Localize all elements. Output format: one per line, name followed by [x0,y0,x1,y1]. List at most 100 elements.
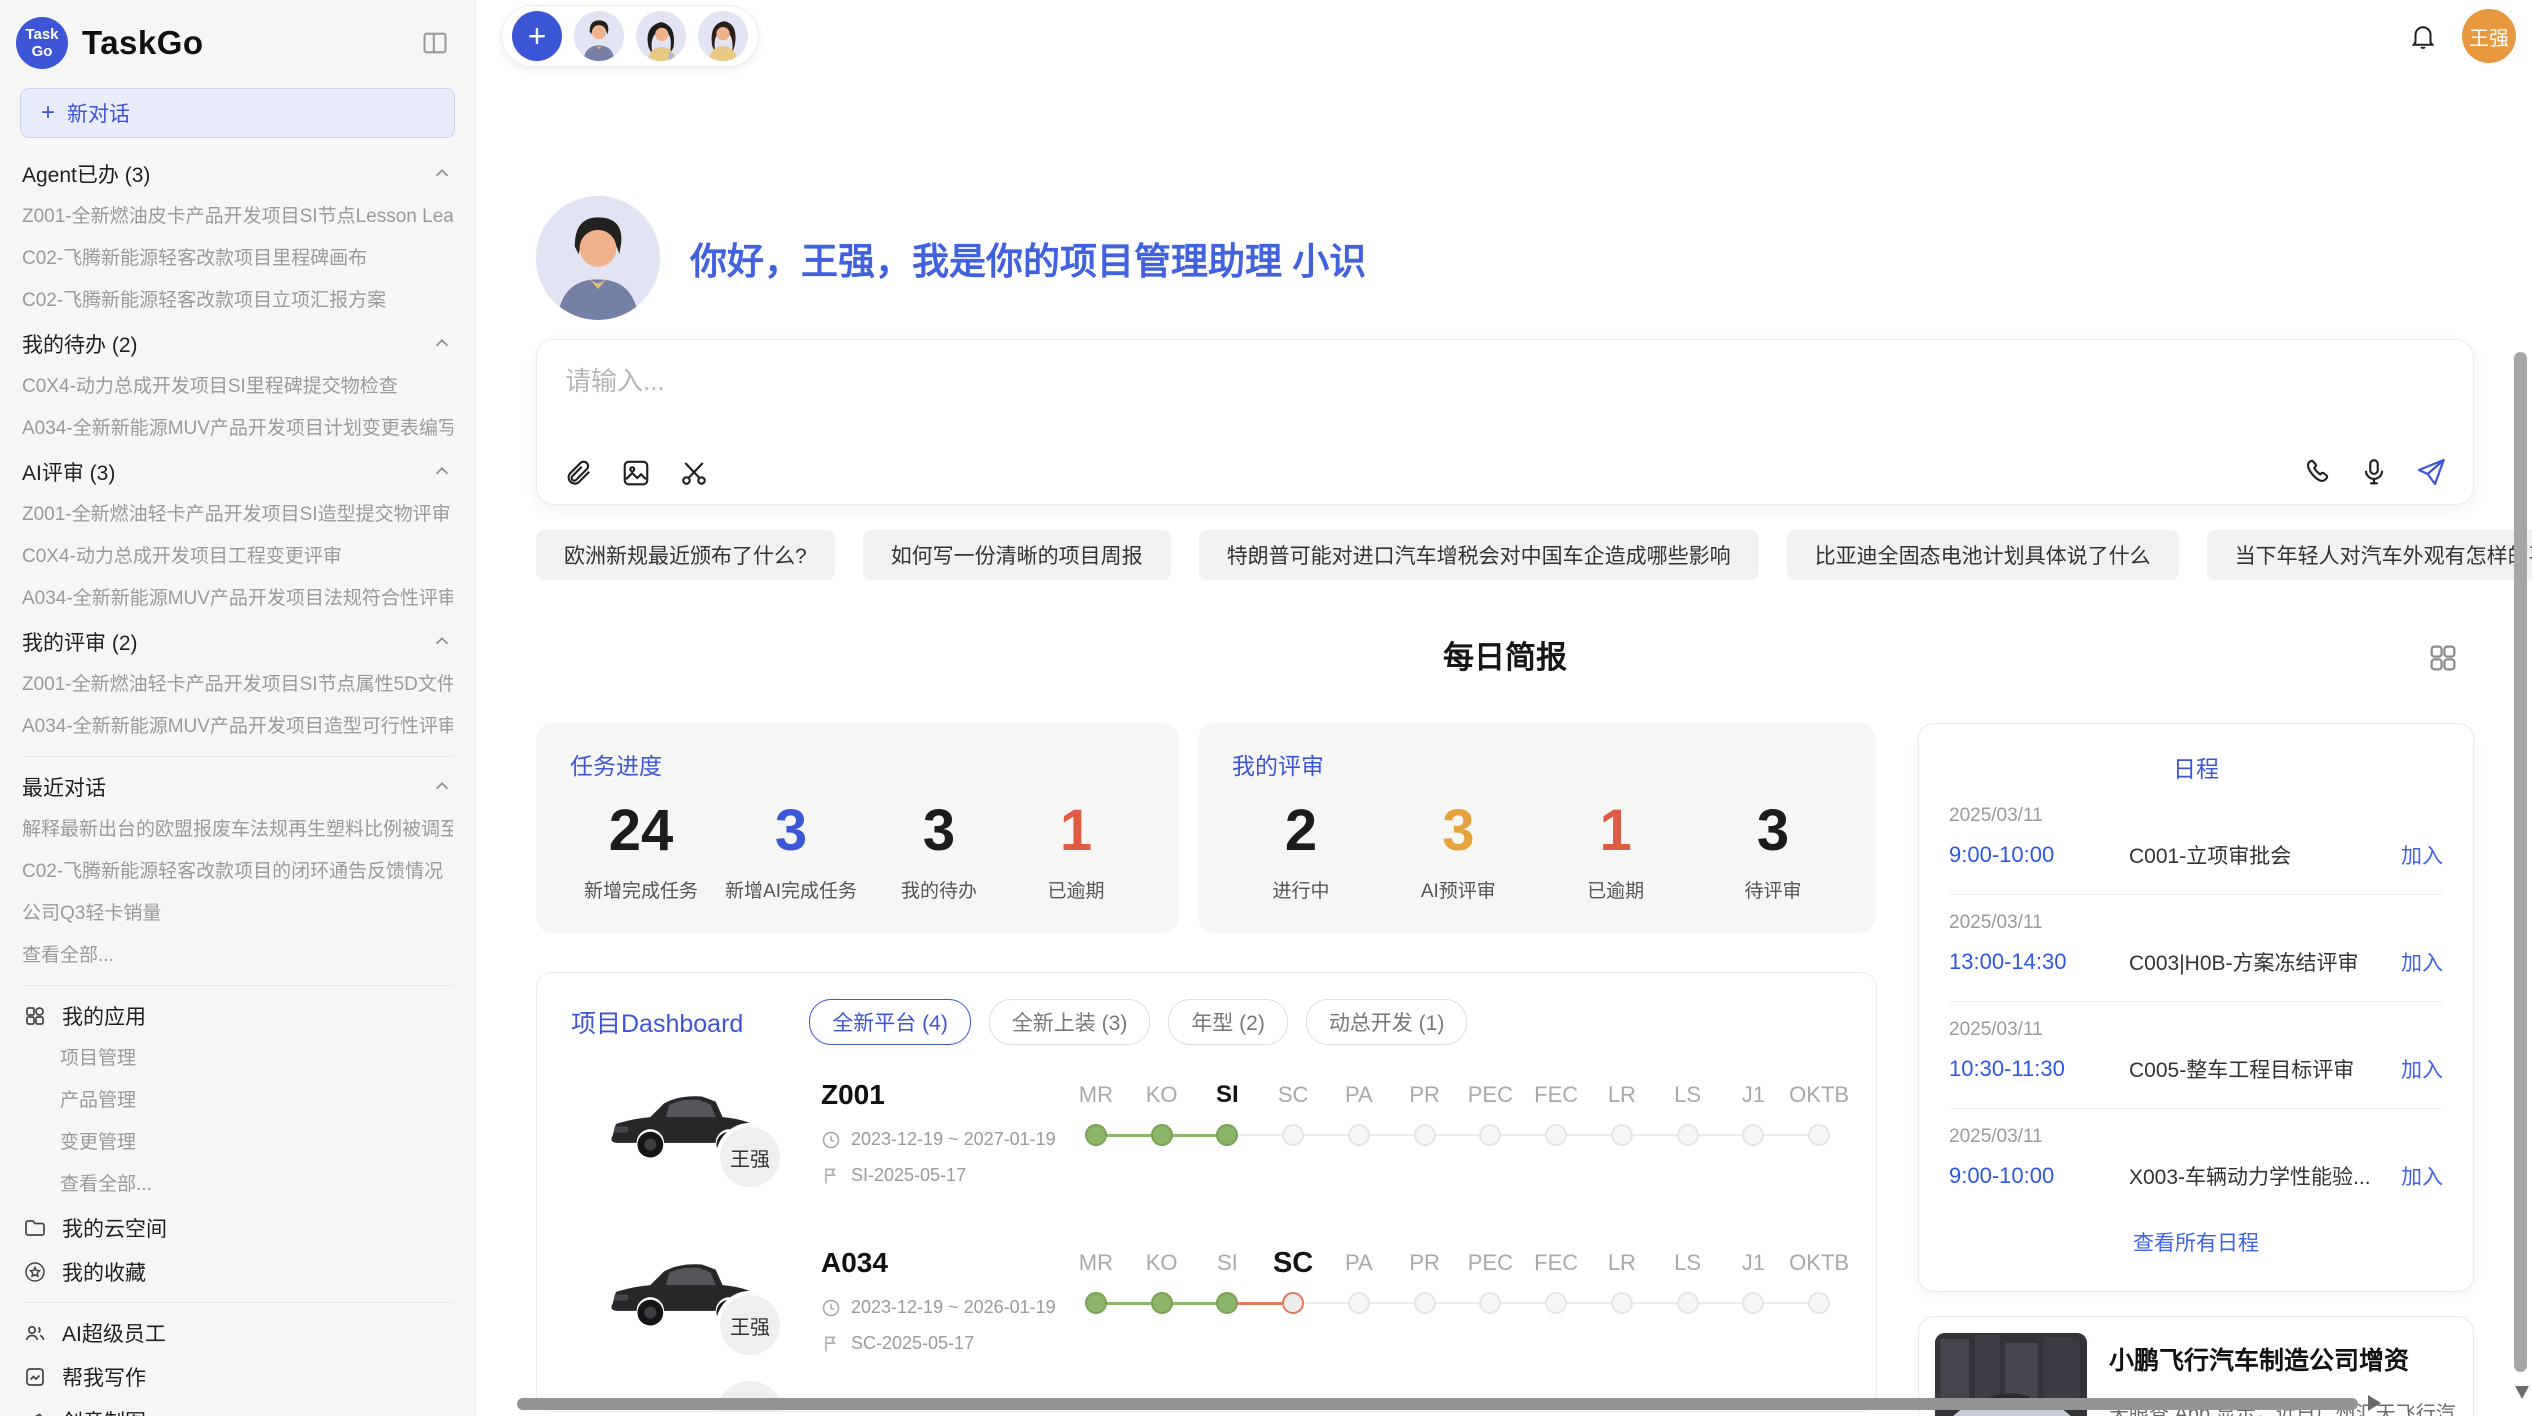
join-button[interactable]: 加入 [2401,840,2443,870]
session-avatar[interactable] [636,11,686,61]
section-header-my-todo[interactable]: 我的待办 (2) [22,322,453,366]
sidebar-item-favorites[interactable]: 我的收藏 [22,1250,453,1294]
section-agent-done: Agent已办 (3) Z001-全新燃油皮卡产品开发项目SI节点Lesson … [22,152,453,322]
milestone-label: LR [1589,1077,1655,1113]
daily-briefing-title: 每日简报 [536,636,2474,680]
scroll-down-arrow-icon[interactable] [2515,1386,2529,1399]
session-avatar[interactable] [698,11,748,61]
paperclip-icon[interactable] [563,458,593,488]
chevron-up-icon[interactable] [431,631,453,653]
task-item[interactable]: A034-全新新能源MUV产品开发项目造型可行性评审 [22,706,453,748]
schedule-event: 2025/03/11 9:00-10:00 X003-车辆动力学性能验... 加… [1949,1109,2443,1215]
task-item[interactable]: A034-全新新能源MUV产品开发项目计划变更表编写 [22,408,453,450]
suggestion-chip[interactable]: 如何写一份清晰的项目周报 [863,530,1171,580]
apps-view-all[interactable]: 查看全部... [22,1164,453,1206]
suggestion-chip[interactable]: 当下年轻人对汽车外观有怎样的喜好趋势 [2207,530,2532,580]
sidebar-header: Task Go TaskGo [0,0,475,74]
greeting-row: 你好，王强，我是你的项目管理助理 小识 [536,196,1366,320]
recent-view-all[interactable]: 查看全部... [22,935,453,977]
view-all-schedule-link[interactable]: 查看所有日程 [1919,1227,2473,1257]
tab-new-platform[interactable]: 全新平台 (4) [809,999,971,1045]
join-button[interactable]: 加入 [2401,1054,2443,1084]
join-button[interactable]: 加入 [2401,947,2443,977]
project-row-z001[interactable]: 王强 Z001 2023-12-19 ~ 2027-01-19 SI-2025-… [571,1073,1852,1233]
sidebar-body: Agent已办 (3) Z001-全新燃油皮卡产品开发项目SI节点Lesson … [0,144,475,1416]
suggestion-chip[interactable]: 欧洲新规最近颁布了什么? [536,530,835,580]
mic-icon[interactable] [2359,457,2389,487]
section-header-ai-review[interactable]: AI评审 (3) [22,450,453,494]
chevron-up-icon[interactable] [431,461,453,483]
join-button[interactable]: 加入 [2401,1161,2443,1191]
app-item-change-mgmt[interactable]: 变更管理 [22,1122,453,1164]
task-item[interactable]: C0X4-动力总成开发项目SI里程碑提交物检查 [22,366,453,408]
sidebar-item-my-apps[interactable]: 我的应用 [22,994,453,1038]
grid-icon[interactable] [2426,641,2460,675]
section-header-recent[interactable]: 最近对话 [22,765,453,809]
sidebar-item-ai-super-staff[interactable]: AI超级员工 [22,1311,453,1355]
chat-input-card [536,339,2474,505]
chevron-up-icon[interactable] [431,776,453,798]
project-date-range: 2023-12-19 ~ 2026-01-19 [821,1297,1056,1318]
tab-new-body[interactable]: 全新上装 (3) [989,999,1151,1045]
milestone-label: SC [1260,1077,1326,1113]
sidebar-item-help-me-write[interactable]: 帮我写作 [22,1355,453,1399]
scroll-right-arrow-icon[interactable] [2368,1395,2381,1411]
task-item[interactable]: Z001-全新燃油皮卡产品开发项目SI节点Lesson Learn报告 [22,196,453,238]
collapse-panel-icon[interactable] [417,27,453,59]
stat-label: 新增AI完成任务 [725,876,857,903]
milestone-dot-done [1216,1124,1238,1146]
project-next-node: SI-2025-05-17 [821,1165,966,1186]
stat-new-completed: 24 新增完成任务 [584,797,698,903]
stat-label: 进行中 [1246,876,1356,903]
horizontal-scrollbar[interactable] [517,1398,2358,1410]
tab-powertrain[interactable]: 动总开发 (1) [1306,999,1468,1045]
section-my-todo: 我的待办 (2) C0X4-动力总成开发项目SI里程碑提交物检查 A034-全新… [22,322,453,450]
app-item-project-mgmt[interactable]: 项目管理 [22,1038,453,1080]
session-avatar-pill: + [501,5,759,67]
image-icon[interactable] [621,458,651,488]
bell-icon[interactable] [2408,21,2438,51]
milestone-labels: MR KO SI SC PA PR PEC FEC LR LS J1 OKTB [1063,1245,1852,1281]
task-item[interactable]: C0X4-动力总成开发项目工程变更评审 [22,536,453,578]
vertical-scrollbar[interactable] [2514,352,2527,1372]
suggestion-chip[interactable]: 比亚迪全固态电池计划具体说了什么 [1787,530,2179,580]
user-avatar[interactable]: 王强 [2462,9,2516,63]
sidebar-item-creative-drawing[interactable]: 创意制图 [22,1399,453,1416]
date-range-text: 2023-12-19 ~ 2027-01-19 [851,1129,1056,1150]
milestone-label-current: SC [1260,1245,1326,1281]
topbar-right: 王强 [2408,0,2516,72]
scissors-icon[interactable] [679,458,709,488]
suggestion-chip[interactable]: 特朗普可能对进口汽车增税会对中国车企造成哪些影响 [1199,530,1759,580]
tab-model-year[interactable]: 年型 (2) [1168,999,1288,1045]
cloud-space-label: 我的云空间 [62,1213,167,1243]
task-item[interactable]: C02-飞腾新能源轻客改款项目里程碑画布 [22,238,453,280]
milestone-dot [1742,1124,1764,1146]
milestone-dot-done [1151,1124,1173,1146]
chevron-up-icon[interactable] [431,333,453,355]
add-session-button[interactable]: + [512,11,562,61]
recent-chat-item[interactable]: C02-飞腾新能源轻客改款项目的闭环通告反馈情况 [22,851,453,893]
new-chat-button[interactable]: + 新对话 [20,88,455,138]
chevron-up-icon[interactable] [431,163,453,185]
apps-grid-icon [22,1004,48,1028]
phone-icon[interactable] [2303,457,2333,487]
task-item[interactable]: C02-飞腾新能源轻客改款项目立项汇报方案 [22,280,453,322]
milestone-dot [1677,1124,1699,1146]
milestone-label: PEC [1458,1077,1524,1113]
project-row-a034[interactable]: 王强 A034 2023-12-19 ~ 2026-01-19 SC-2025-… [571,1241,1852,1401]
recent-chat-item[interactable]: 公司Q3轻卡销量 [22,893,453,935]
section-header-agent-done[interactable]: Agent已办 (3) [22,152,453,196]
send-icon[interactable] [2415,456,2447,488]
stat-value: 3 [725,797,857,864]
sidebar-item-cloud-space[interactable]: 我的云空间 [22,1206,453,1250]
recent-chat-item[interactable]: 解释最新出台的欧盟报废车法规再生塑料比例被调至15%... [22,809,453,851]
task-item[interactable]: Z001-全新燃油轻卡产品开发项目SI节点属性5D文件评审 [22,664,453,706]
session-avatar[interactable] [574,11,624,61]
task-item[interactable]: A034-全新新能源MUV产品开发项目法规符合性评审 [22,578,453,620]
milestone-label: J1 [1721,1245,1787,1281]
chat-input[interactable] [563,358,1967,404]
app-item-product-mgmt[interactable]: 产品管理 [22,1080,453,1122]
stat-overdue: 1 已逾期 [1021,797,1131,903]
section-header-my-review[interactable]: 我的评审 (2) [22,620,453,664]
task-item[interactable]: Z001-全新燃油轻卡产品开发项目SI造型提交物评审 [22,494,453,536]
